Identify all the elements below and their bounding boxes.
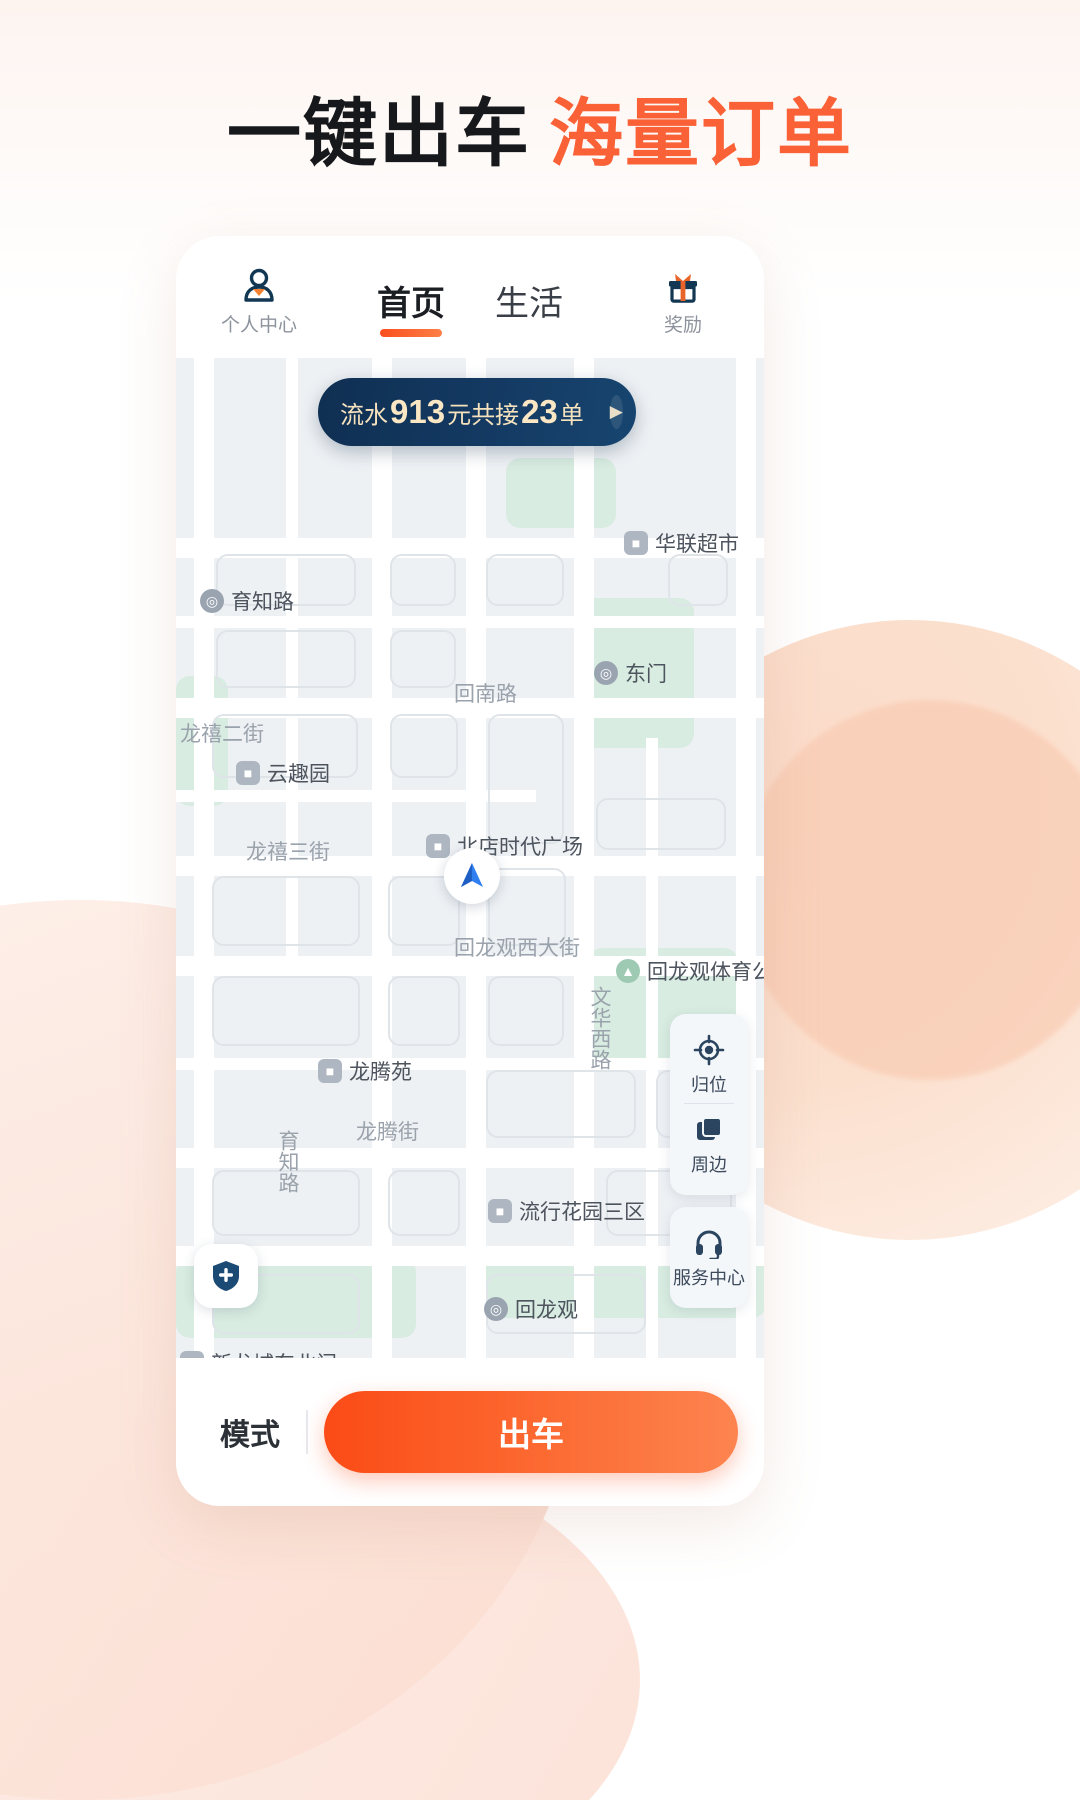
map-building: [488, 976, 564, 1046]
headset-icon: [670, 1225, 748, 1261]
map-building: [390, 630, 456, 688]
locate-button[interactable]: 归位: [670, 1024, 748, 1103]
tab-active-underline: [380, 329, 442, 337]
poi-pin-icon: ◎: [200, 589, 224, 613]
poi-pin-icon: ■: [624, 531, 648, 555]
headline-accent-text: 海量订单: [549, 92, 853, 175]
map-poi[interactable]: ◎ 东门: [594, 658, 667, 688]
map-street-label: 回南路: [454, 683, 517, 706]
map-control-card-primary: 归位 周边: [670, 1014, 748, 1195]
headline-dark-text: 一键出车: [227, 92, 531, 175]
map-poi[interactable]: ◎ 回龙观: [484, 1294, 578, 1324]
map-green-area: [506, 458, 616, 528]
map-street-label: 文华西路: [588, 986, 611, 1070]
mode-button[interactable]: 模式: [202, 1410, 298, 1454]
app-header: 个人中心 首页 生活 奖励: [176, 236, 764, 358]
earnings-banner[interactable]: 流水 913 元 共接 23 单 ▶: [318, 378, 636, 446]
map-building: [388, 976, 460, 1046]
dispatch-button[interactable]: 出车: [324, 1391, 738, 1473]
map-building: [486, 1070, 636, 1138]
map-building: [390, 714, 458, 778]
reward-entry[interactable]: 奖励: [628, 264, 738, 337]
map-street-label: 龙禧三街: [246, 841, 330, 864]
tab-life[interactable]: 生活: [495, 276, 563, 337]
revenue-unit: 元: [447, 402, 472, 429]
safety-shield-button[interactable]: [194, 1244, 258, 1308]
map-poi[interactable]: ■ 华联超市: [624, 528, 739, 558]
map-building: [388, 1170, 460, 1236]
shield-plus-icon: [213, 1261, 239, 1291]
poi-label: 回龙观: [515, 1299, 578, 1322]
play-arrow-icon[interactable]: ▶: [609, 395, 623, 429]
map-street-label: 龙禧二街: [180, 723, 264, 746]
poi-label: 育知路: [231, 591, 294, 614]
map-building: [216, 630, 356, 688]
service-center-label: 服务中心: [673, 1268, 745, 1288]
bottom-bar-divider: [306, 1410, 308, 1454]
orders-unit: 单: [559, 402, 584, 429]
locate-label: 归位: [691, 1075, 727, 1095]
map-poi[interactable]: ■ 云趣园: [236, 758, 330, 788]
nearby-label: 周边: [691, 1155, 727, 1175]
poi-label: 新龙城东北门: [211, 1348, 337, 1358]
poi-label: 回龙观体育公园: [647, 961, 764, 984]
service-center-button[interactable]: 服务中心: [670, 1217, 748, 1296]
map-poi[interactable]: ■ 流行花园三区: [488, 1196, 645, 1226]
revenue-value: 913: [390, 393, 446, 430]
app-bottom-bar: 模式 出车: [176, 1358, 764, 1506]
poi-pin-icon: ■: [180, 1351, 204, 1358]
map-poi[interactable]: ◎ 育知路: [200, 586, 294, 616]
map-control-stack: 归位 周边 服务中心: [670, 1014, 748, 1308]
tab-home[interactable]: 首页: [377, 276, 445, 337]
map-canvas[interactable]: ■ 华联超市 ◎ 育知路 ◎ 东门 ■ 云趣园 ■ 北店时代广场 ▲ 回龙观体育…: [176, 358, 764, 1358]
earnings-orders: 共接 23 单: [471, 393, 584, 431]
poi-pin-icon: ■: [488, 1199, 512, 1223]
revenue-prefix: 流水: [340, 402, 388, 429]
tab-home-label: 首页: [377, 285, 445, 323]
user-location-marker: [444, 848, 500, 904]
orders-prefix: 共接: [471, 402, 520, 429]
poi-pin-icon: ◎: [484, 1297, 508, 1321]
map-building: [212, 876, 360, 946]
map-building: [488, 714, 564, 844]
earnings-revenue: 流水 913 元: [340, 393, 471, 431]
nearby-button[interactable]: 周边: [670, 1104, 748, 1183]
poi-label: 华联超市: [655, 533, 739, 556]
map-street-label: 龙腾街: [356, 1121, 419, 1144]
map-street-label: 回龙观西大街: [454, 937, 580, 960]
map-building: [668, 554, 728, 606]
poi-label: 龙腾苑: [349, 1061, 412, 1084]
poi-label: 东门: [625, 663, 667, 686]
tab-life-label: 生活: [495, 285, 563, 323]
map-building: [596, 798, 726, 850]
reward-label: 奖励: [663, 315, 702, 336]
page-headline: 一键出车 海量订单: [0, 74, 1080, 181]
poi-pin-icon: ■: [236, 761, 260, 785]
map-building: [390, 554, 456, 606]
map-building: [212, 976, 360, 1046]
poi-pin-icon: ◎: [594, 661, 618, 685]
poi-pin-icon: ■: [426, 834, 450, 858]
map-poi[interactable]: ■ 龙腾苑: [318, 1056, 412, 1086]
phone-mockup: 个人中心 首页 生活 奖励 ■ 华联超市 ◎ 育知路 ◎ 东门 ■ 云趣园 ■ …: [176, 236, 764, 1506]
map-control-card-support: 服务中心: [670, 1207, 748, 1308]
navigation-arrow-icon: [461, 863, 483, 887]
poi-label: 流行花园三区: [519, 1201, 645, 1224]
locate-icon: [670, 1032, 748, 1068]
layers-icon: [670, 1112, 748, 1148]
map-building: [486, 554, 564, 606]
gift-icon: [628, 264, 738, 306]
map-street-label: 育知路: [276, 1130, 299, 1193]
map-road: [194, 358, 214, 1358]
poi-pin-icon: ■: [318, 1059, 342, 1083]
poi-pin-icon: ▲: [616, 959, 640, 983]
map-poi[interactable]: ▲ 回龙观体育公园: [616, 956, 764, 986]
map-poi[interactable]: ■ 北店时代广场: [426, 831, 583, 861]
orders-value: 23: [521, 393, 558, 430]
poi-label: 云趣园: [267, 763, 330, 786]
map-poi[interactable]: ■ 新龙城东北门: [180, 1348, 337, 1358]
